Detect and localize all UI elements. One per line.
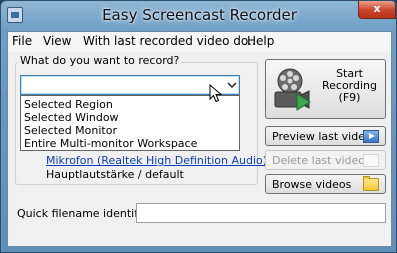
menu-view[interactable]: View (43, 34, 71, 48)
preview-label: Preview last video (272, 130, 372, 143)
option-entire-workspace[interactable]: Entire Multi-monitor Workspace (24, 137, 197, 150)
blank-icon (363, 154, 379, 167)
close-button[interactable]: x (358, 1, 396, 19)
option-selected-region[interactable]: Selected Region (24, 98, 113, 111)
folder-icon (363, 176, 379, 191)
title-bar[interactable]: Easy Screencast Recorder x (1, 1, 396, 31)
window-title: Easy Screencast Recorder (102, 6, 297, 24)
delete-label: Delete last video (272, 154, 366, 167)
chevron-down-icon[interactable] (227, 80, 237, 90)
quick-filename-input[interactable] (136, 203, 386, 223)
audio-device-link[interactable]: Mikrofon (Realtek High Definition Audio) (46, 154, 267, 167)
browse-videos-button[interactable]: Browse videos (265, 174, 386, 194)
record-source-combobox[interactable] (20, 75, 240, 95)
menu-bar: File View With last recorded video do.. … (8, 32, 391, 52)
option-selected-window[interactable]: Selected Window (24, 111, 119, 124)
preview-last-video-button[interactable]: Preview last video (265, 126, 386, 146)
volume-text: Hauptlautstärke / default (46, 168, 184, 181)
mouse-pointer-icon (209, 84, 223, 103)
film-reel-play-icon (274, 68, 311, 111)
menu-file[interactable]: File (12, 34, 32, 48)
start-recording-button[interactable]: Start Recording (F9) (265, 59, 386, 119)
start-recording-label: Start Recording (F9) (312, 68, 387, 104)
app-window: Easy Screencast Recorder x File View Wit… (0, 0, 397, 253)
menu-last-video[interactable]: With last recorded video do.. (83, 34, 256, 48)
start-line-3: (F9) (338, 91, 361, 104)
option-selected-monitor[interactable]: Selected Monitor (24, 124, 117, 137)
play-video-icon (363, 130, 379, 143)
record-source-dropdown-list: Selected Region Selected Window Selected… (20, 95, 240, 151)
browse-label: Browse videos (272, 178, 352, 191)
menu-help[interactable]: Help (247, 34, 274, 48)
client-area: File View With last recorded video do.. … (7, 31, 392, 247)
record-source-label: What do you want to record? (18, 54, 182, 67)
delete-last-video-button[interactable]: Delete last video (265, 150, 386, 170)
